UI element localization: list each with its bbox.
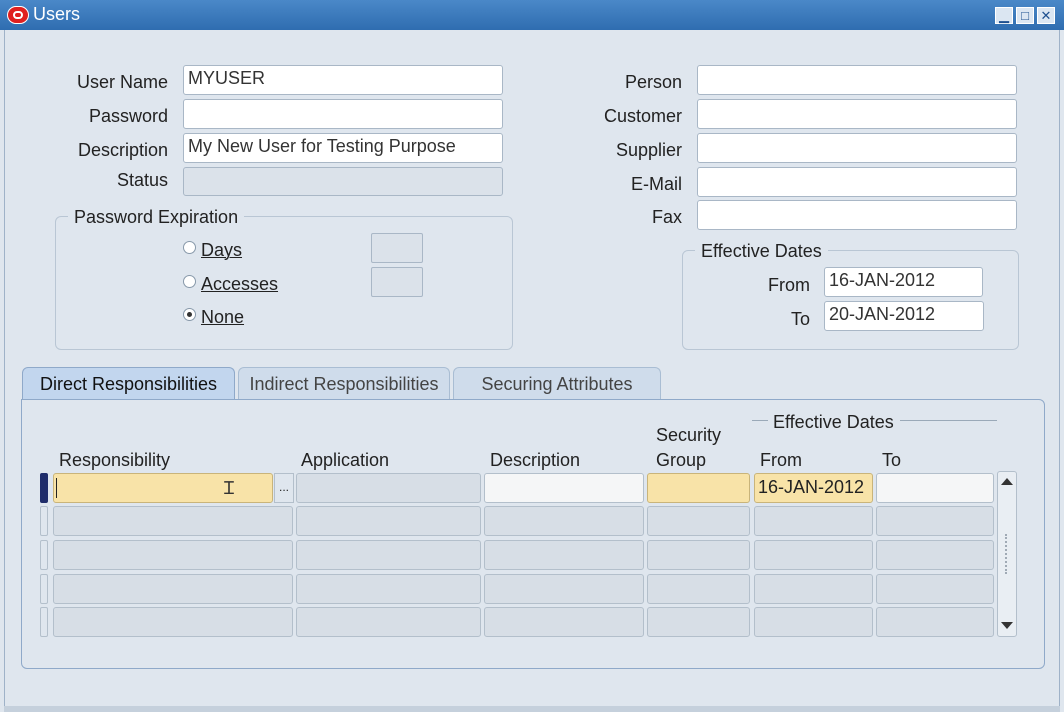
fax-label: Fax: [651, 207, 682, 227]
scroll-down-icon[interactable]: [1001, 622, 1013, 629]
password-expiration-title: Password Expiration: [68, 207, 245, 228]
password-field[interactable]: [183, 99, 503, 129]
status-label: Status: [116, 170, 168, 190]
security-group-cell[interactable]: [647, 540, 750, 570]
tab-direct-responsibilities[interactable]: Direct Responsibilities: [22, 367, 235, 400]
to-date-cell[interactable]: [876, 540, 994, 570]
tab-securing-attributes[interactable]: Securing Attributes: [453, 367, 661, 400]
fax-field[interactable]: [697, 200, 1017, 230]
customer-field[interactable]: [697, 99, 1017, 129]
window-bottom-edge: [4, 706, 1060, 712]
window-title: Users: [33, 4, 81, 24]
security-group-cell[interactable]: [647, 574, 750, 604]
from-label: From: [768, 275, 810, 295]
to-date-cell[interactable]: [876, 607, 994, 637]
col-from: From: [760, 450, 802, 470]
scroll-up-icon[interactable]: [1001, 478, 1013, 485]
status-field: [183, 167, 503, 196]
effective-dates-rule-right: [900, 420, 997, 421]
security-group-cell[interactable]: [647, 607, 750, 637]
user-name-label: User Name: [76, 72, 168, 92]
application-cell[interactable]: [296, 574, 481, 604]
application-cell[interactable]: [296, 506, 481, 536]
person-field[interactable]: [697, 65, 1017, 95]
close-icon[interactable]: ✕: [1037, 7, 1055, 24]
from-date-cell[interactable]: [754, 506, 873, 536]
col-security-group-line1: Security: [656, 425, 722, 445]
customer-label: Customer: [603, 106, 682, 126]
minimize-icon[interactable]: ▁: [995, 7, 1013, 24]
description-cell[interactable]: [484, 540, 644, 570]
email-field[interactable]: [697, 167, 1017, 197]
security-group-cell[interactable]: [647, 473, 750, 503]
none-radio[interactable]: [183, 308, 196, 321]
accesses-radio[interactable]: [183, 275, 196, 288]
application-cell[interactable]: [296, 607, 481, 637]
maximize-icon[interactable]: □: [1016, 7, 1034, 24]
from-date-field[interactable]: 16-JAN-2012: [824, 267, 983, 297]
col-application: Application: [301, 450, 390, 470]
oracle-app-icon: [7, 6, 29, 24]
accesses-field[interactable]: [371, 267, 423, 297]
from-date-cell[interactable]: [754, 574, 873, 604]
application-cell[interactable]: [296, 473, 481, 503]
to-date-cell[interactable]: [876, 574, 994, 604]
days-radio[interactable]: [183, 241, 196, 254]
effective-dates-title: Effective Dates: [695, 241, 828, 262]
responsibility-cell[interactable]: [53, 506, 293, 536]
title-bar: Users ▁ □ ✕: [0, 0, 1064, 30]
security-group-cell[interactable]: [647, 506, 750, 536]
from-date-cell[interactable]: [754, 607, 873, 637]
email-label: E-Mail: [630, 174, 682, 194]
person-label: Person: [624, 72, 682, 92]
responsibility-cell[interactable]: [53, 574, 293, 604]
to-label: To: [790, 309, 810, 329]
responsibility-cell[interactable]: [53, 473, 273, 503]
days-label[interactable]: Days: [201, 240, 242, 261]
from-date-cell[interactable]: [754, 540, 873, 570]
grid-scrollbar[interactable]: [997, 471, 1017, 637]
current-record-indicator[interactable]: [40, 473, 48, 503]
responsibility-cell[interactable]: [53, 540, 293, 570]
record-indicator[interactable]: [40, 540, 48, 570]
scroll-grip-icon[interactable]: [1005, 534, 1009, 574]
record-indicator[interactable]: [40, 607, 48, 637]
password-label: Password: [88, 106, 168, 126]
password-expiration-group: [55, 216, 513, 350]
to-date-cell[interactable]: [876, 506, 994, 536]
col-description: Description: [490, 450, 581, 470]
record-indicator[interactable]: [40, 506, 48, 536]
effective-dates-group: [682, 250, 1019, 350]
col-to: To: [882, 450, 902, 470]
text-cursor: [56, 478, 57, 498]
supplier-field[interactable]: [697, 133, 1017, 163]
col-security-group-line2: Group: [656, 450, 707, 470]
col-responsibility: Responsibility: [59, 450, 171, 470]
record-indicator[interactable]: [40, 574, 48, 604]
responsibility-cell[interactable]: [53, 607, 293, 637]
ibeam-cursor-icon: Ɪ: [224, 478, 235, 498]
description-cell[interactable]: [484, 506, 644, 536]
supplier-label: Supplier: [615, 140, 682, 160]
to-date-cell[interactable]: [876, 473, 994, 503]
none-label[interactable]: None: [201, 307, 244, 328]
description-label: Description: [77, 140, 168, 160]
effective-dates-rule-left: [752, 420, 768, 421]
tab-indirect-responsibilities[interactable]: Indirect Responsibilities: [238, 367, 450, 400]
accesses-label[interactable]: Accesses: [201, 274, 278, 295]
days-field[interactable]: [371, 233, 423, 263]
from-date-cell[interactable]: 16-JAN-2012: [754, 473, 873, 503]
description-field[interactable]: My New User for Testing Purpose: [183, 133, 503, 163]
user-name-field[interactable]: MYUSER: [183, 65, 503, 95]
description-cell[interactable]: [484, 607, 644, 637]
application-cell[interactable]: [296, 540, 481, 570]
to-date-field[interactable]: 20-JAN-2012: [824, 301, 984, 331]
description-cell[interactable]: [484, 473, 644, 503]
lov-button[interactable]: ...: [274, 473, 294, 503]
grid-effective-dates-title: Effective Dates: [773, 412, 894, 432]
description-cell[interactable]: [484, 574, 644, 604]
